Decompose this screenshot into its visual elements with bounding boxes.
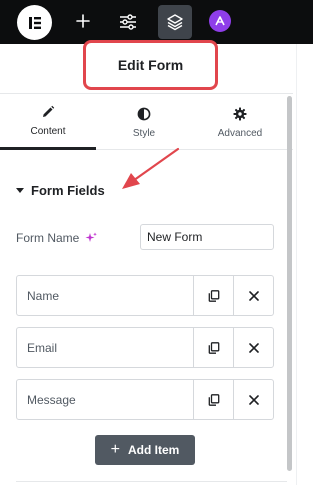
add-item-button[interactable]: + Add Item (95, 435, 195, 465)
repeater-item-message[interactable]: Message (16, 379, 274, 420)
elementor-logo-icon[interactable] (17, 5, 52, 40)
tab-advanced[interactable]: Advanced (192, 94, 288, 150)
ai-assistant-icon[interactable] (209, 10, 231, 32)
panel-edge (296, 44, 297, 485)
repeater-item-label: Name (27, 288, 60, 303)
plus-icon: + (110, 441, 120, 458)
tab-content-label: Content (30, 126, 66, 137)
add-item-label: Add Item (128, 443, 180, 457)
panel-tabs: Content Style Advanced (0, 94, 293, 150)
repeater-item-name[interactable]: Name (16, 275, 274, 316)
duplicate-icon[interactable] (193, 328, 233, 367)
pencil-icon (41, 104, 55, 120)
tab-style[interactable]: Style (96, 94, 192, 150)
tab-style-label: Style (132, 127, 156, 139)
section-form-fields[interactable]: Form Fields (16, 180, 105, 200)
structure-layers-icon[interactable] (158, 5, 192, 39)
form-name-input[interactable] (140, 224, 274, 250)
half-circle-icon (137, 106, 151, 122)
tab-content[interactable]: Content (0, 94, 96, 150)
annotation-arrow-icon (122, 147, 180, 189)
add-element-icon[interactable] (69, 7, 97, 35)
close-icon[interactable] (233, 276, 273, 315)
duplicate-icon[interactable] (193, 380, 233, 419)
duplicate-icon[interactable] (193, 276, 233, 315)
repeater-item-email[interactable]: Email (16, 327, 274, 368)
repeater-item-label: Email (27, 340, 58, 355)
close-icon[interactable] (233, 328, 273, 367)
site-settings-icon[interactable] (113, 7, 143, 37)
caret-down-icon (16, 187, 24, 193)
panel-scrollbar[interactable] (287, 96, 292, 471)
close-icon[interactable] (233, 380, 273, 419)
ai-sparkle-icon[interactable] (85, 232, 98, 244)
section-title: Form Fields (31, 182, 105, 198)
section-divider (16, 481, 287, 482)
form-name-label-row: Form Name (16, 231, 98, 245)
tab-advanced-label: Advanced (217, 127, 263, 139)
gear-icon (233, 106, 247, 122)
panel-title: Edit Form (83, 40, 218, 90)
repeater-item-label: Message (27, 392, 76, 407)
top-toolbar (0, 0, 313, 44)
form-name-label: Form Name (16, 231, 80, 245)
